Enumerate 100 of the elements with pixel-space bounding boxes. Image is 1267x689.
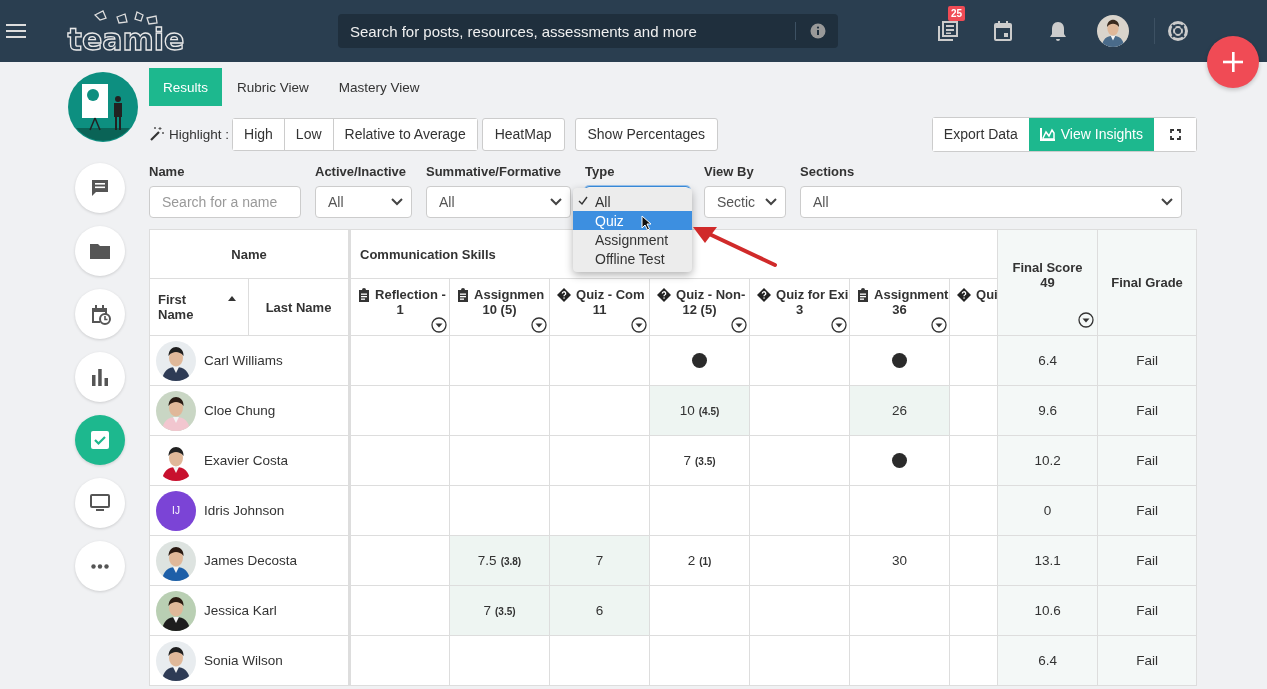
final-grade: Fail [1136, 403, 1158, 418]
score-cell: 6 [549, 585, 650, 636]
question-icon [957, 287, 971, 302]
dropdown-icon[interactable] [431, 317, 447, 333]
column-header: Quiz for Exi [776, 287, 849, 302]
score-cell: 2 (1) [649, 535, 750, 586]
column-header: 12 (5) [682, 302, 717, 317]
score-cell: 7 (3.5) [649, 435, 750, 486]
help-icon[interactable] [1167, 20, 1189, 42]
bell-icon[interactable] [1047, 20, 1068, 42]
dropdown-icon[interactable] [731, 317, 747, 333]
fullscreen-icon [1169, 128, 1181, 140]
select-field[interactable]: All [315, 186, 412, 218]
submitted-dot [892, 353, 907, 369]
folder-icon [89, 241, 111, 261]
select-field[interactable]: All [800, 186, 1182, 218]
score-cell: 7 (3.5) [449, 585, 550, 636]
score-cell: 10 (4.5) [649, 385, 750, 436]
student-name[interactable]: Jessica Karl [204, 603, 277, 618]
filter-label: Active/Inactive [315, 164, 408, 181]
checkbox-icon [90, 430, 110, 450]
menu-item[interactable]: Assignment [573, 230, 692, 249]
sort-icon[interactable] [228, 296, 236, 301]
filter-label: Type [585, 164, 616, 181]
final-grade: Fail [1136, 603, 1158, 618]
name-search-field[interactable]: Search for a name [150, 187, 300, 217]
logo[interactable]: teamie [67, 27, 185, 53]
student-name[interactable]: Exavier Costa [204, 453, 289, 468]
caret-icon [550, 198, 562, 206]
caret-icon [391, 198, 403, 206]
bar-chart-icon [90, 367, 110, 387]
clipboard-icon [457, 287, 469, 302]
column-header: Quiz - Non- [676, 287, 746, 302]
select-field[interactable]: All [426, 186, 571, 218]
final-score: 0 [1043, 503, 1052, 518]
heatmap-button[interactable]: HeatMap [481, 117, 565, 151]
dropdown-icon[interactable] [531, 317, 547, 333]
tab[interactable]: Rubric View [222, 68, 324, 106]
final-score: 6.4 [1038, 653, 1057, 668]
final-grade: Fail [1136, 353, 1158, 368]
column-header: Final Grade [1111, 275, 1183, 290]
calendar-icon[interactable] [992, 20, 1013, 42]
student-name[interactable]: James Decosta [204, 553, 298, 568]
column-group-header: Name [231, 246, 267, 262]
student-name[interactable]: Idris Johnson [204, 503, 285, 518]
caret-icon [765, 198, 777, 206]
question-icon [657, 287, 671, 302]
dropdown-icon[interactable] [1078, 312, 1095, 328]
sidebar-item[interactable] [75, 352, 125, 402]
column-header: Final Score 49 [1012, 260, 1083, 290]
filter-label: View By [704, 164, 755, 181]
menu-item[interactable]: All [573, 192, 692, 211]
highlight-label: Highlight : [169, 126, 230, 142]
dropdown-icon[interactable] [631, 317, 647, 333]
select-field[interactable]: Sectic [704, 186, 786, 218]
column-header: Reflection - [375, 287, 446, 302]
column-header: Assignmen [474, 287, 545, 302]
score-cell: 7.5 (3.8) [449, 535, 550, 586]
final-grade: Fail [1136, 503, 1158, 518]
column-header: 36 [892, 302, 907, 317]
question-icon [557, 287, 571, 302]
student-name[interactable]: Cloe Chung [204, 403, 276, 418]
notification-badge: 25 [948, 6, 966, 21]
add-button[interactable] [1207, 36, 1259, 88]
sidebar-item[interactable] [75, 289, 125, 339]
column-header: Qui [976, 287, 997, 302]
line-chart-icon [1039, 127, 1056, 141]
score-cell: 26 [849, 385, 950, 436]
sidebar-item[interactable] [75, 226, 125, 276]
dropdown-icon[interactable] [931, 317, 947, 333]
cursor-icon [641, 215, 652, 231]
chat-icon [89, 177, 111, 199]
clipboard-icon [857, 287, 869, 302]
final-grade: Fail [1136, 453, 1158, 468]
percentages-button[interactable]: Show Percentages [574, 117, 719, 151]
newspaper-icon[interactable] [936, 20, 959, 42]
menu-item[interactable]: Offline Test [573, 249, 692, 268]
sidebar-item[interactable] [75, 163, 125, 213]
column-group-header: Communication Skills [360, 246, 496, 262]
dropdown-icon[interactable] [831, 317, 847, 333]
filter-label: Name [149, 164, 186, 181]
final-grade: Fail [1136, 653, 1158, 668]
column-header: Quiz - Com [576, 287, 645, 302]
student-name[interactable]: Carl Williams [204, 353, 283, 368]
submitted-dot [892, 453, 907, 469]
highlight-option[interactable]: Relative to Average [332, 118, 477, 150]
student-name[interactable]: Sonia Wilson [204, 653, 283, 668]
caret-icon [1161, 198, 1173, 206]
final-score: 13.1 [1034, 553, 1061, 568]
column-header[interactable]: Last Name [265, 299, 332, 315]
tab[interactable]: Mastery View [323, 68, 435, 106]
score-cell: 30 [849, 535, 950, 586]
monitor-icon [89, 493, 111, 513]
final-score: 6.4 [1038, 353, 1057, 368]
info-icon[interactable] [810, 23, 826, 39]
menu-icon[interactable] [6, 23, 26, 39]
column-header: 3 [795, 302, 804, 317]
avatar-initials: IJ [156, 490, 196, 531]
sidebar-item[interactable] [75, 478, 125, 528]
column-header: Assignment [874, 287, 949, 302]
